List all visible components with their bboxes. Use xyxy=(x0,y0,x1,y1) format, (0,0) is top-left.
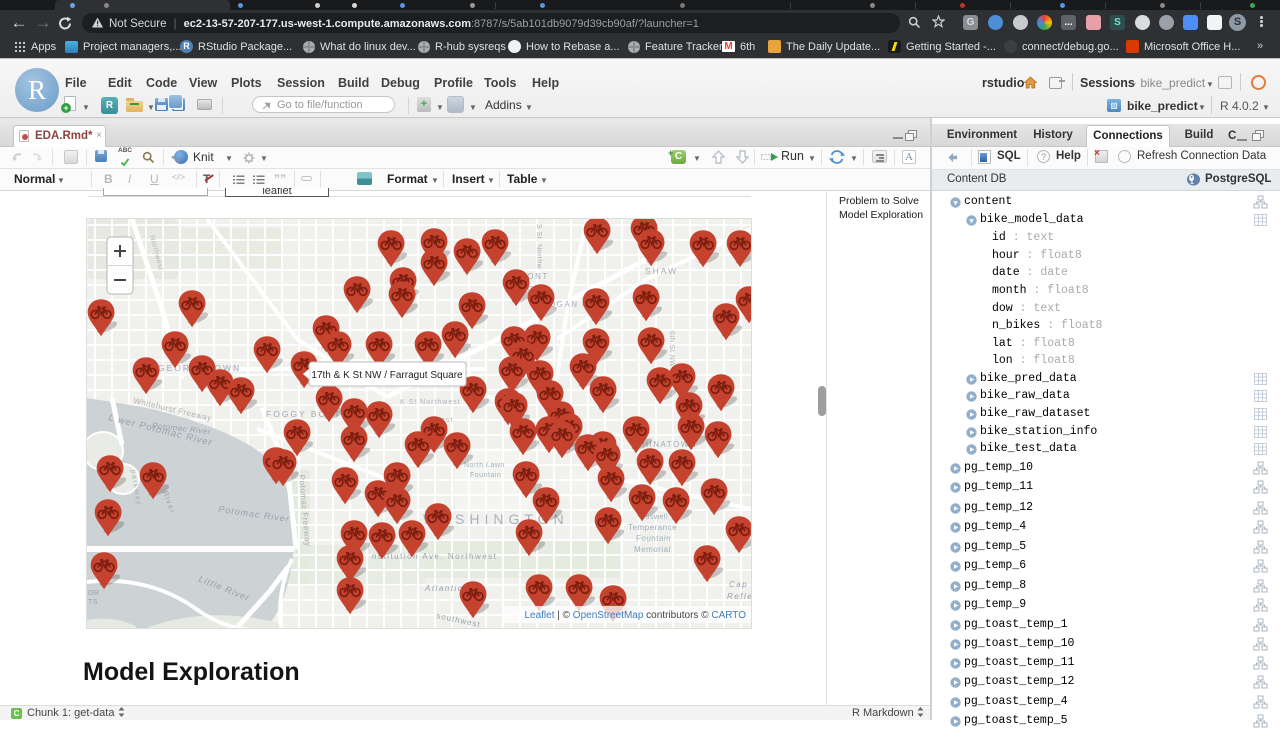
svg-text:Temperance: Temperance xyxy=(628,523,677,532)
svg-text:SHAW: SHAW xyxy=(645,266,678,276)
svg-text:Reflec: Reflec xyxy=(727,592,751,601)
svg-text:Fountain: Fountain xyxy=(636,534,671,543)
svg-text:North Lawn: North Lawn xyxy=(464,462,505,469)
svg-text:Leaflet | © OpenStreetMap cont: Leaflet | © OpenStreetMap contributors ©… xyxy=(524,610,746,621)
svg-text:Memorial: Memorial xyxy=(634,545,671,554)
svg-text:6th St NW: 6th St NW xyxy=(668,331,675,367)
svg-text:TS: TS xyxy=(88,599,98,606)
svg-text:OR: OR xyxy=(88,590,100,597)
svg-text:K St Northwest: K St Northwest xyxy=(400,399,461,406)
svg-text:nstitution Ave. Northwest: nstitution Ave. Northwest xyxy=(372,552,497,561)
svg-text:Fountain: Fountain xyxy=(470,472,501,479)
svg-text:S St. Northw: S St. Northw xyxy=(535,224,542,270)
svg-text:Cap: Cap xyxy=(729,580,748,589)
svg-text:17th & K St NW / Farragut Squa: 17th & K St NW / Farragut Square xyxy=(311,370,463,381)
